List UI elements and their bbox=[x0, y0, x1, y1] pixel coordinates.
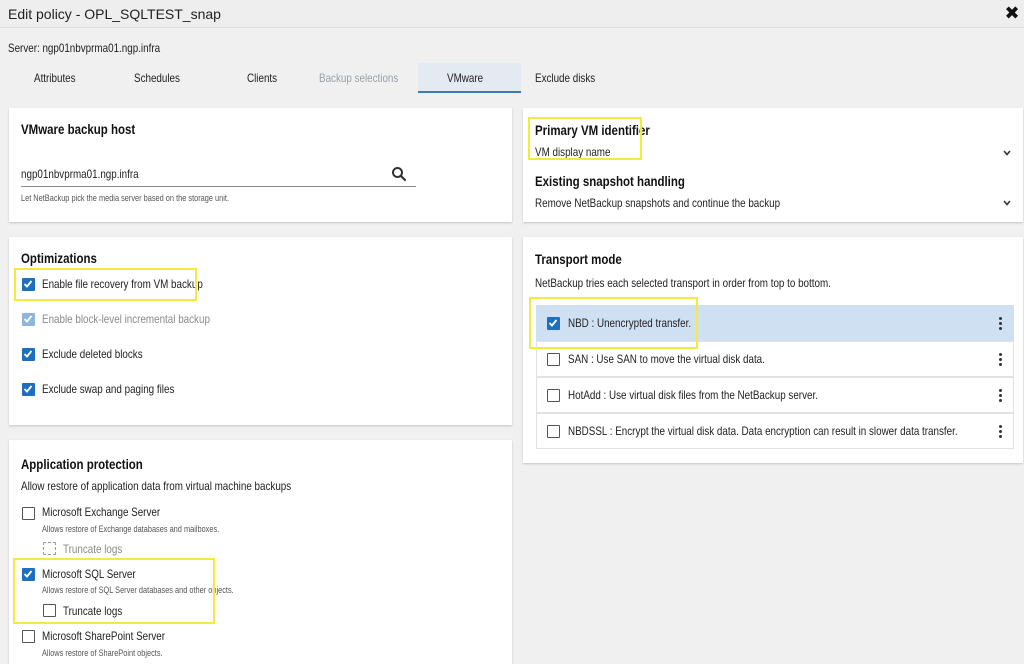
sql-server-helper: Allows restore of SQL Server databases a… bbox=[42, 585, 234, 595]
enable-file-recovery-checkbox[interactable] bbox=[22, 278, 35, 291]
exchange-label: Microsoft Exchange Server bbox=[42, 505, 161, 519]
more-vert-icon[interactable] bbox=[997, 352, 1003, 368]
hotadd-label: HotAdd : Use virtual disk files from the… bbox=[568, 388, 818, 402]
transport-row-nbdssl[interactable]: NBDSSL : Encrypt the virtual disk data. … bbox=[536, 413, 1014, 449]
transport-mode-description: NetBackup tries each selected transport … bbox=[535, 276, 831, 290]
nbdssl-checkbox[interactable] bbox=[547, 425, 560, 438]
transport-mode-title: Transport mode bbox=[535, 251, 622, 267]
title-bar: Edit policy - OPL_SQLTEST_snap ✖ bbox=[0, 0, 1024, 28]
more-vert-icon[interactable] bbox=[997, 388, 1003, 404]
backup-host-card: VMware backup host ngp01nbvprma01.ngp.in… bbox=[9, 108, 512, 222]
tab-schedules[interactable]: Schedules bbox=[110, 63, 214, 93]
window-title: Edit policy - OPL_SQLTEST_snap bbox=[8, 6, 221, 22]
san-checkbox[interactable] bbox=[547, 353, 560, 366]
server-label: Server: ngp01nbvprma01.ngp.infra bbox=[8, 41, 161, 55]
snapshot-handling-title: Existing snapshot handling bbox=[535, 173, 685, 189]
san-label: SAN : Use SAN to move the virtual disk d… bbox=[568, 352, 765, 366]
more-vert-icon[interactable] bbox=[997, 424, 1003, 440]
tab-attributes[interactable]: Attributes bbox=[8, 63, 110, 93]
tab-vmware[interactable]: VMware bbox=[418, 63, 521, 93]
sql-truncate-label: Truncate logs bbox=[63, 604, 123, 618]
optimizations-title: Optimizations bbox=[21, 250, 97, 266]
optimizations-card: Optimizations Enable file recovery from … bbox=[9, 237, 512, 425]
nbd-checkbox[interactable] bbox=[547, 317, 560, 330]
more-vert-icon[interactable] bbox=[997, 316, 1003, 332]
sharepoint-label: Microsoft SharePoint Server bbox=[42, 629, 166, 643]
backup-host-helper: Let NetBackup pick the media server base… bbox=[21, 193, 229, 203]
close-icon[interactable]: ✖ bbox=[1002, 2, 1022, 24]
sharepoint-checkbox[interactable] bbox=[22, 630, 35, 643]
transport-row-san[interactable]: SAN : Use SAN to move the virtual disk d… bbox=[536, 341, 1014, 377]
sql-server-checkbox[interactable] bbox=[22, 568, 35, 581]
snapshot-handling-select[interactable]: Remove NetBackup snapshots and continue … bbox=[535, 196, 834, 210]
sql-server-label: Microsoft SQL Server bbox=[42, 567, 136, 581]
primary-vm-identifier-title: Primary VM identifier bbox=[535, 122, 650, 138]
nbdssl-label: NBDSSL : Encrypt the virtual disk data. … bbox=[568, 424, 958, 438]
exclude-deleted-blocks-label: Exclude deleted blocks bbox=[42, 347, 143, 361]
primary-vm-identifier-select[interactable]: VM display name bbox=[535, 145, 627, 159]
tab-clients[interactable]: Clients bbox=[214, 63, 316, 93]
application-protection-card: Application protection Allow restore of … bbox=[9, 440, 512, 664]
exchange-checkbox[interactable] bbox=[22, 507, 35, 520]
backup-host-title: VMware backup host bbox=[21, 121, 136, 137]
enable-file-recovery-label: Enable file recovery from VM backup bbox=[42, 277, 203, 291]
sql-truncate-checkbox[interactable] bbox=[43, 604, 56, 617]
exclude-deleted-blocks-checkbox[interactable] bbox=[22, 348, 35, 361]
enable-block-level-checkbox bbox=[22, 313, 35, 326]
search-icon[interactable] bbox=[391, 166, 407, 182]
chevron-down-icon[interactable] bbox=[1001, 197, 1013, 209]
tab-backup-selections[interactable]: Backup selections bbox=[316, 63, 418, 93]
enable-block-level-label: Enable block-level incremental backup bbox=[42, 312, 210, 326]
exclude-swap-label: Exclude swap and paging files bbox=[42, 382, 175, 396]
vm-identifier-card: Primary VM identifier VM display name Ex… bbox=[523, 108, 1023, 222]
tab-exclude-disks[interactable]: Exclude disks bbox=[521, 63, 623, 93]
backup-host-input[interactable]: ngp01nbvprma01.ngp.infra bbox=[21, 167, 164, 181]
transport-row-hotadd[interactable]: HotAdd : Use virtual disk files from the… bbox=[536, 377, 1014, 413]
exchange-truncate-label: Truncate logs bbox=[63, 542, 123, 556]
backup-host-underline bbox=[21, 186, 416, 187]
chevron-down-icon[interactable] bbox=[1001, 147, 1013, 159]
application-protection-description: Allow restore of application data from v… bbox=[21, 479, 292, 493]
exchange-truncate-checkbox bbox=[43, 542, 56, 555]
exchange-helper: Allows restore of Exchange databases and… bbox=[42, 524, 220, 534]
sharepoint-helper: Allows restore of SharePoint objects. bbox=[42, 648, 163, 658]
hotadd-checkbox[interactable] bbox=[547, 389, 560, 402]
policy-tabs: Attributes Schedules Clients Backup sele… bbox=[0, 63, 1024, 93]
exclude-swap-checkbox[interactable] bbox=[22, 383, 35, 396]
nbd-label: NBD : Unencrypted transfer. bbox=[568, 316, 692, 330]
transport-row-nbd[interactable]: NBD : Unencrypted transfer. bbox=[536, 305, 1014, 341]
application-protection-title: Application protection bbox=[21, 456, 143, 472]
